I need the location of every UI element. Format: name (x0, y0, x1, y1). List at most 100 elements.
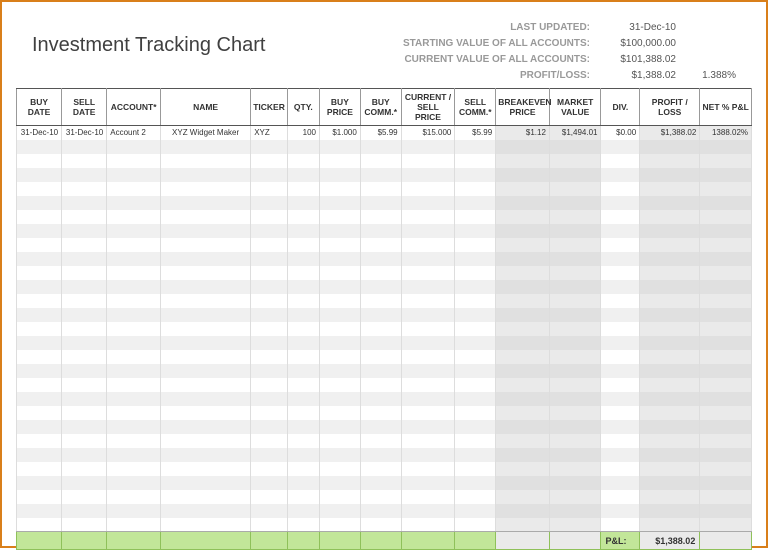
cell[interactable] (160, 252, 250, 266)
cell[interactable] (287, 266, 319, 280)
col-header[interactable]: SELL DATE (62, 89, 107, 126)
cell[interactable] (17, 490, 62, 504)
cell[interactable]: 100 (287, 126, 319, 140)
cell[interactable] (549, 406, 601, 420)
cell[interactable] (455, 490, 496, 504)
cell[interactable] (160, 336, 250, 350)
cell[interactable] (601, 364, 640, 378)
table-row[interactable] (17, 518, 752, 532)
cell[interactable] (496, 168, 550, 182)
cell[interactable] (640, 252, 700, 266)
cell[interactable] (496, 448, 550, 462)
cell[interactable] (319, 308, 360, 322)
cell[interactable] (640, 476, 700, 490)
cell[interactable] (251, 364, 288, 378)
cell[interactable] (549, 154, 601, 168)
cell[interactable] (640, 406, 700, 420)
cell[interactable] (360, 224, 401, 238)
cell[interactable] (62, 364, 107, 378)
cell[interactable] (496, 434, 550, 448)
cell[interactable] (360, 406, 401, 420)
cell[interactable] (360, 476, 401, 490)
col-header[interactable]: TICKER (251, 89, 288, 126)
cell[interactable] (251, 210, 288, 224)
cell[interactable] (601, 392, 640, 406)
cell[interactable] (640, 224, 700, 238)
cell[interactable] (401, 238, 455, 252)
cell[interactable] (62, 322, 107, 336)
cell[interactable] (496, 224, 550, 238)
cell[interactable] (401, 196, 455, 210)
table-row[interactable] (17, 448, 752, 462)
cell[interactable] (601, 238, 640, 252)
cell[interactable] (62, 224, 107, 238)
cell[interactable] (160, 168, 250, 182)
cell[interactable]: Account 2 (107, 126, 161, 140)
cell[interactable] (17, 224, 62, 238)
cell[interactable] (287, 140, 319, 154)
table-row[interactable]: 31-Dec-1031-Dec-10Account 2XYZ Widget Ma… (17, 126, 752, 140)
cell[interactable] (640, 322, 700, 336)
cell[interactable] (401, 490, 455, 504)
cell[interactable] (455, 462, 496, 476)
cell[interactable] (700, 280, 752, 294)
cell[interactable] (319, 196, 360, 210)
cell[interactable] (549, 378, 601, 392)
cell[interactable] (640, 392, 700, 406)
cell[interactable] (700, 504, 752, 518)
cell[interactable] (601, 154, 640, 168)
cell[interactable] (601, 406, 640, 420)
cell[interactable] (251, 294, 288, 308)
cell[interactable] (455, 210, 496, 224)
cell[interactable] (287, 224, 319, 238)
cell[interactable] (601, 322, 640, 336)
cell[interactable] (17, 406, 62, 420)
cell[interactable] (287, 462, 319, 476)
col-header[interactable]: SELL COMM.* (455, 89, 496, 126)
cell[interactable] (319, 434, 360, 448)
cell[interactable] (319, 154, 360, 168)
cell[interactable] (62, 378, 107, 392)
cell[interactable]: $0.00 (601, 126, 640, 140)
cell[interactable] (251, 140, 288, 154)
cell[interactable] (401, 392, 455, 406)
cell[interactable] (549, 238, 601, 252)
cell[interactable] (496, 476, 550, 490)
cell[interactable] (640, 294, 700, 308)
cell[interactable] (319, 364, 360, 378)
cell[interactable] (601, 476, 640, 490)
cell[interactable] (319, 392, 360, 406)
cell[interactable] (549, 448, 601, 462)
cell[interactable] (455, 434, 496, 448)
cell[interactable]: $5.99 (455, 126, 496, 140)
cell[interactable] (549, 308, 601, 322)
cell[interactable] (640, 462, 700, 476)
cell[interactable] (549, 518, 601, 532)
cell[interactable] (601, 266, 640, 280)
cell[interactable] (160, 350, 250, 364)
cell[interactable] (251, 350, 288, 364)
cell[interactable] (160, 294, 250, 308)
cell[interactable] (160, 364, 250, 378)
cell[interactable] (401, 434, 455, 448)
cell[interactable] (360, 434, 401, 448)
cell[interactable] (640, 266, 700, 280)
cell[interactable] (287, 252, 319, 266)
cell[interactable] (287, 406, 319, 420)
cell[interactable] (401, 336, 455, 350)
cell[interactable] (160, 490, 250, 504)
cell[interactable] (640, 434, 700, 448)
cell[interactable] (107, 224, 161, 238)
cell[interactable] (455, 350, 496, 364)
cell[interactable] (17, 294, 62, 308)
cell[interactable] (496, 140, 550, 154)
cell[interactable] (401, 266, 455, 280)
table-row[interactable] (17, 476, 752, 490)
cell[interactable] (640, 168, 700, 182)
col-header[interactable]: BUY PRICE (319, 89, 360, 126)
table-row[interactable] (17, 378, 752, 392)
table-row[interactable] (17, 140, 752, 154)
cell[interactable] (62, 350, 107, 364)
cell[interactable] (549, 210, 601, 224)
cell[interactable] (107, 308, 161, 322)
